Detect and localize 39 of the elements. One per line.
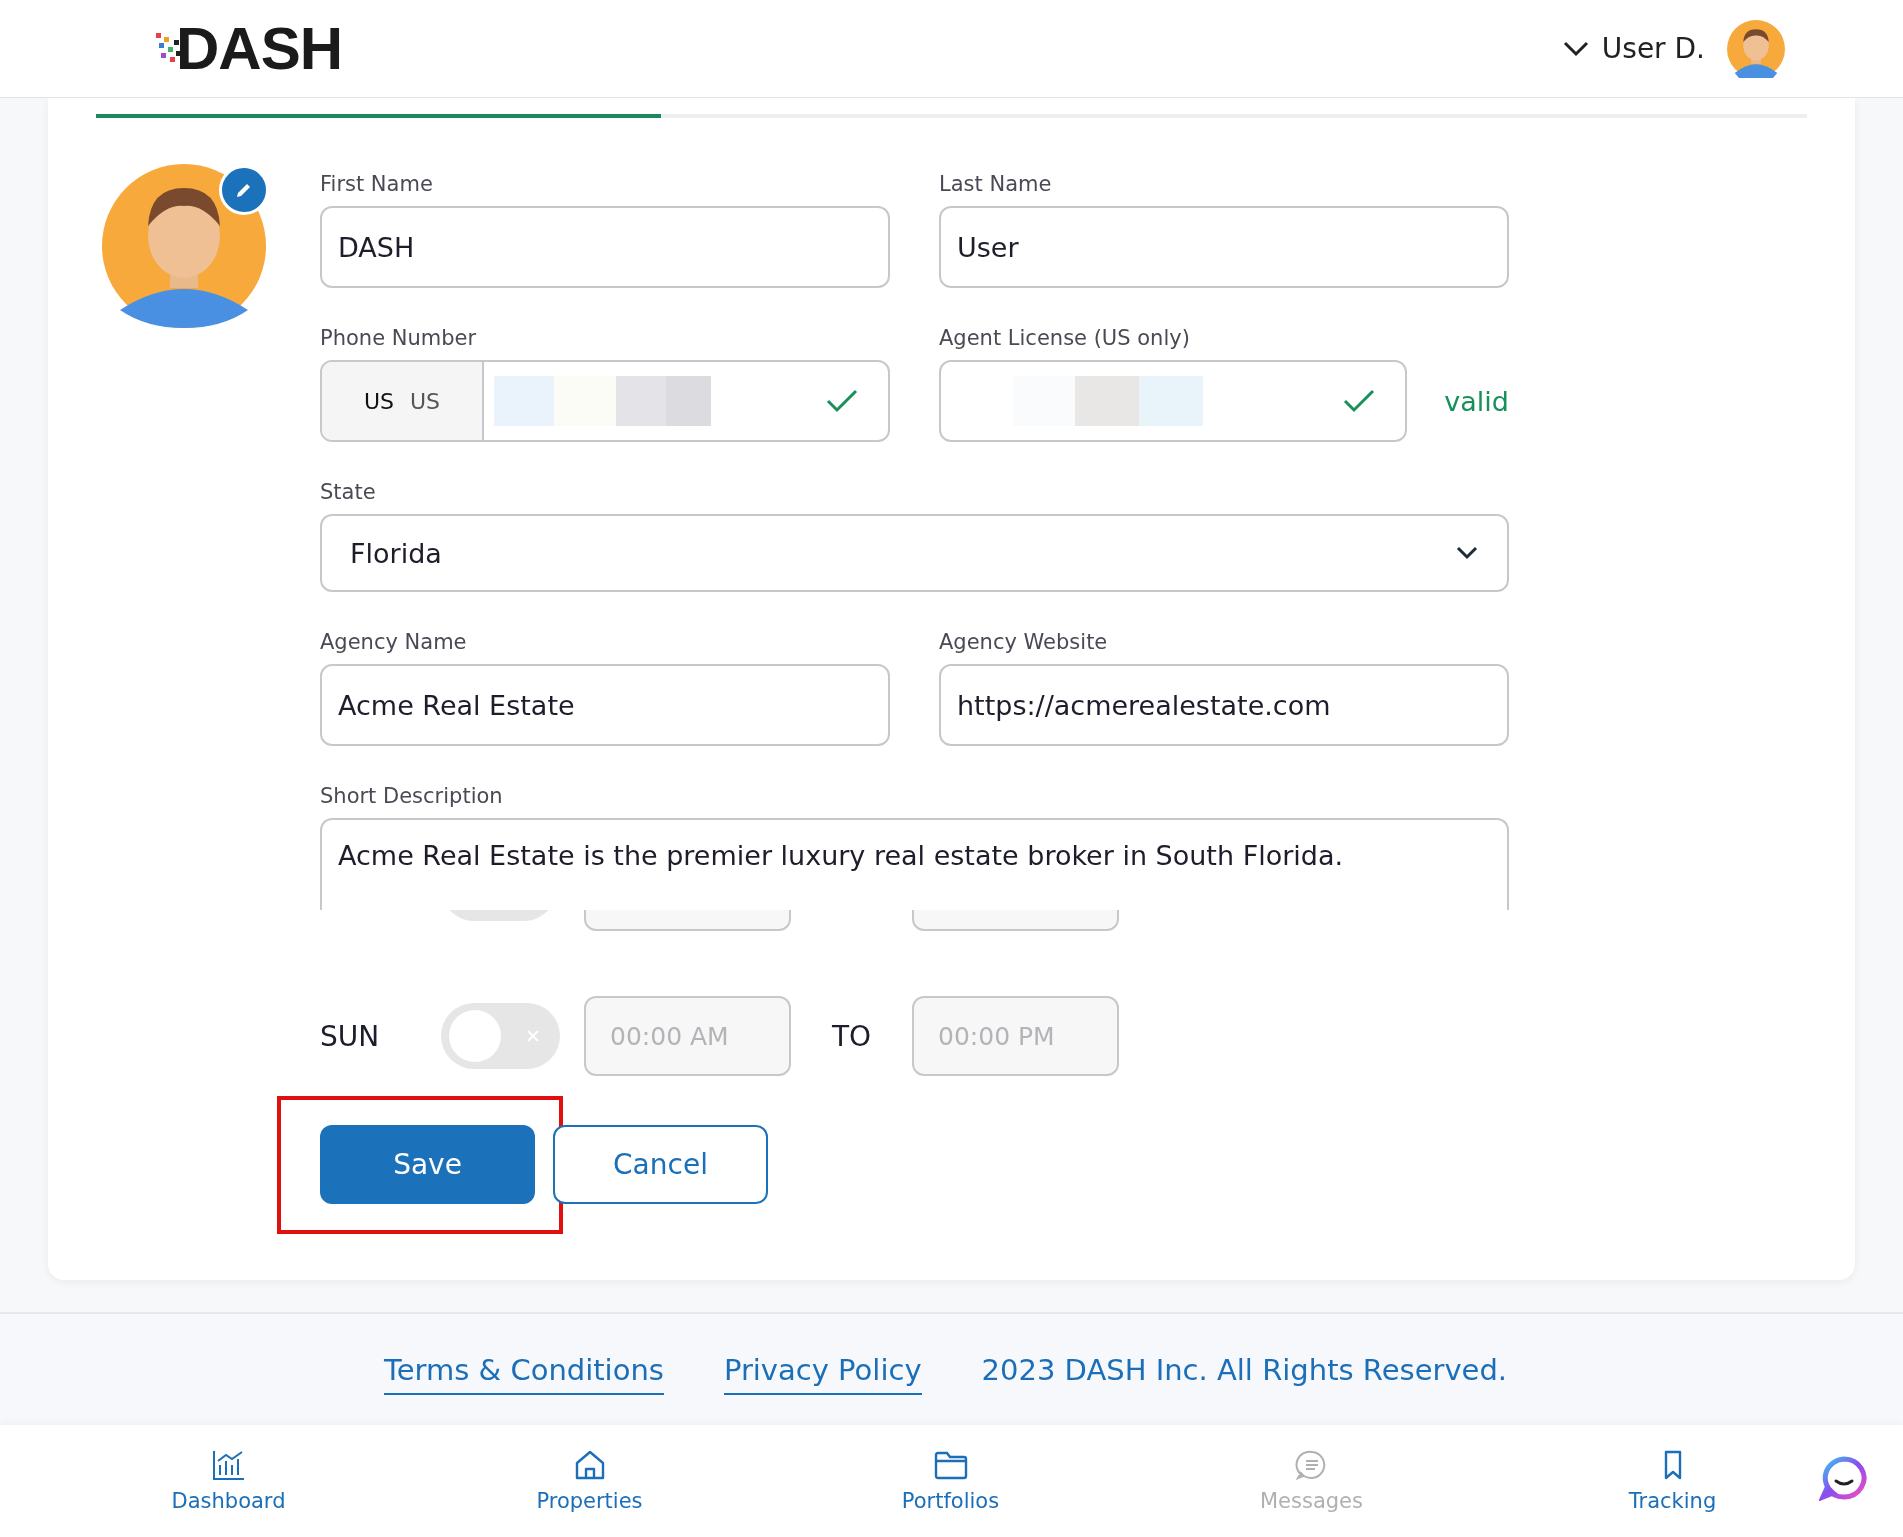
input-field[interactable]: DASH [320,206,890,288]
validation-status: valid [1444,385,1509,417]
chatbot-icon[interactable] [1819,1455,1869,1501]
field-label: State [320,479,377,506]
cancel-button[interactable]: Cancel [553,1125,768,1204]
field-label: Agency Name [320,629,468,656]
field-label: First Name [320,171,434,198]
logo[interactable]: DASH [176,14,342,83]
close-icon [526,1029,540,1043]
state-select[interactable]: Florida [320,514,1509,592]
input-field[interactable]: User [939,206,1509,288]
field-label: Phone Number [320,325,478,352]
chart-icon [211,1449,246,1481]
field-label: Last Name [939,171,1053,198]
avatar-icon[interactable] [1727,19,1785,78]
field-label: Agency Website [939,629,1109,656]
folder-icon [933,1449,968,1481]
field-label: Short Description [320,783,504,810]
chevron-down-icon [1455,545,1479,561]
nav-tab[interactable]: Portfolios [770,1425,1131,1537]
to-label: TO [832,1019,873,1053]
license-field[interactable] [939,360,1407,442]
save-button[interactable]: Save [320,1125,535,1204]
nav-tab[interactable]: Dashboard [48,1425,409,1537]
input-field[interactable]: Acme Real Estate [320,664,890,746]
footer-link[interactable]: Privacy Policy [723,1352,922,1395]
user-menu-button[interactable]: User D. [1561,32,1705,65]
phone-field[interactable]: US US [320,360,890,442]
chevron-down-icon [1561,39,1590,58]
field-label: Agent License (US only) [939,325,1191,352]
day-label: SUN [320,1019,381,1053]
footer-link[interactable]: Terms & Conditions [383,1352,664,1395]
input-field[interactable]: https://acmerealestate.com [939,664,1509,746]
copyright-text: 2023 DASH Inc. All Rights Reserved. [981,1352,1508,1387]
nav-tab[interactable]: Tracking [1492,1425,1853,1537]
profile-avatar-icon [102,164,266,328]
description-field[interactable]: Acme Real Estate is the premier luxury real estate broker in South Florida. [320,818,1509,910]
redacted-value-icon [494,376,711,426]
nav-tab[interactable]: Properties [409,1425,770,1537]
